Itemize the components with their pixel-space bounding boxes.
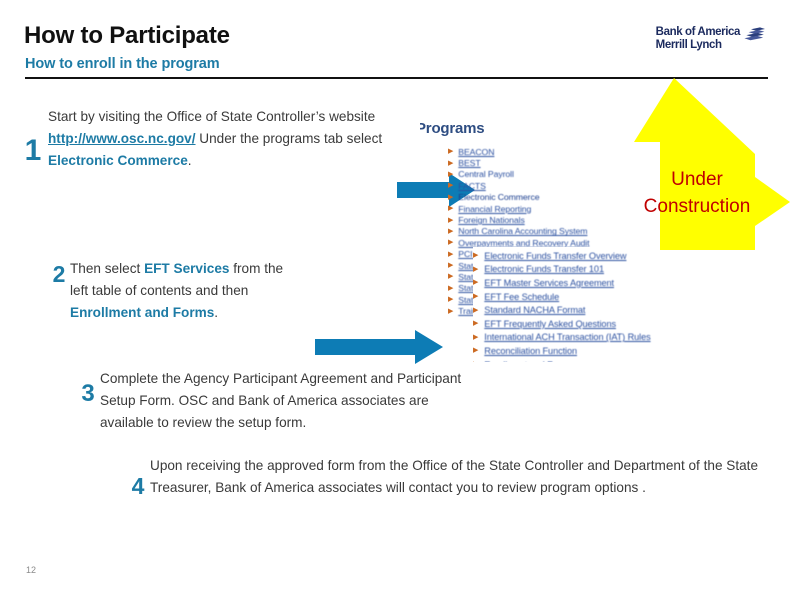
programs-list-item-label: Electronic Commerce <box>458 192 540 203</box>
programs-list-item-label: North Carolina Accounting System <box>458 226 588 237</box>
eft-submenu-item-label: International ACH Transaction (IAT) Rule… <box>484 332 651 343</box>
programs-list-item[interactable]: ▶ FACTS <box>448 180 589 191</box>
programs-list-item-label: FACTS <box>458 180 486 191</box>
step-2-part-0: Then select <box>70 261 145 276</box>
triangle-bullet-icon: ▶ <box>473 265 479 273</box>
eft-submenu-item[interactable]: ▶ Enrollment and Forms <box>473 358 670 362</box>
triangle-bullet-icon: ▶ <box>448 170 454 178</box>
programs-list-item[interactable]: ▶ North Carolina Accounting System <box>448 226 589 237</box>
eft-submenu-item-label: Standard NACHA Format <box>484 305 586 316</box>
step-3-text: Complete the Agency Participant Agreemen… <box>100 371 462 431</box>
triangle-bullet-icon: ▶ <box>448 262 454 270</box>
triangle-bullet-icon: ▶ <box>448 273 454 281</box>
eft-submenu-item[interactable]: ▶ Standard NACHA Format <box>473 303 670 317</box>
step-4-number: 4 <box>131 473 145 499</box>
step-1-text: Start by visiting the Office of State Co… <box>48 106 398 172</box>
step-1-number: 1 <box>24 134 42 167</box>
eft-services-submenu: ▶ Electronic Funds Transfer Overview ▶ Elec… <box>473 247 670 362</box>
programs-list-item[interactable]: ▶ BEST <box>448 157 589 168</box>
step-4: 4 Upon receiving the approved form from … <box>126 455 776 499</box>
triangle-bullet-icon: ▶ <box>448 284 454 292</box>
step-3: 3 Complete the Agency Participant Agreem… <box>76 368 476 434</box>
eft-submenu-item-label: EFT Fee Schedule <box>484 291 560 302</box>
eft-submenu-item[interactable]: ▶ EFT Fee Schedule <box>473 290 670 304</box>
step-2-emphasis-enrollment-and-forms: Enrollment and Forms <box>70 305 215 321</box>
step-4-text: Upon receiving the approved form from th… <box>150 458 759 496</box>
eft-submenu-item[interactable]: ▶ International ACH Transaction (IAT) Rul… <box>473 331 670 345</box>
eft-submenu-item-label: Reconciliation Function <box>484 345 577 356</box>
triangle-bullet-icon: ▶ <box>473 279 479 287</box>
page-number: 12 <box>26 565 37 575</box>
triangle-bullet-icon: ▶ <box>448 216 454 224</box>
programs-list-item-label: Financial Reporting <box>458 203 532 214</box>
page-subtitle: How to enroll in the program <box>25 56 220 72</box>
programs-list-item[interactable]: ▶ Central Payroll <box>448 169 589 180</box>
programs-list-item[interactable]: ▶ BEACON <box>448 146 589 157</box>
triangle-bullet-icon: ▶ <box>448 148 454 156</box>
logo-line-1: Bank of America <box>655 26 741 38</box>
programs-heading: Programs <box>420 120 485 137</box>
eft-submenu-item[interactable]: ▶ Reconciliation Function <box>473 344 670 358</box>
triangle-bullet-icon: ▶ <box>448 205 454 213</box>
step-1-part-2: Under the programs tab select <box>195 131 383 147</box>
triangle-bullet-icon: ▶ <box>448 296 454 304</box>
triangle-bullet-icon: ▶ <box>473 320 479 328</box>
triangle-bullet-icon: ▶ <box>473 306 479 314</box>
step-1: 1 Start by visiting the Office of State … <box>18 106 418 172</box>
eft-submenu-item-label: Electronic Funds Transfer 101 <box>484 264 604 275</box>
programs-list-item-label: BEST <box>458 158 481 169</box>
triangle-bullet-icon: ▶ <box>448 239 454 247</box>
step-1-part-4: . <box>187 153 192 169</box>
programs-list-item-label: Central Payroll <box>458 169 514 180</box>
programs-list-item[interactable]: ▶ Foreign Nationals <box>448 214 589 225</box>
triangle-bullet-icon: ▶ <box>448 307 454 315</box>
programs-list-item[interactable]: ▶ Electronic Commerce <box>448 192 589 203</box>
triangle-bullet-icon: ▶ <box>448 250 454 258</box>
programs-list-item-label: Foreign Nationals <box>458 215 525 226</box>
under-construction-arrow-shape <box>600 78 790 255</box>
step-3-number: 3 <box>81 380 95 407</box>
triangle-bullet-icon: ▶ <box>448 227 454 235</box>
eft-submenu-item[interactable]: ▶ EFT Master Services Agreement <box>473 276 670 290</box>
eft-submenu-item-label: EFT Master Services Agreement <box>484 277 614 288</box>
page-title: How to Participate <box>24 22 230 49</box>
step-2: 2 Then select EFT Services from the left… <box>48 258 318 324</box>
osc-website-link[interactable]: http://www.osc.nc.gov/ <box>48 131 196 146</box>
slide-canvas: How to Participate How to enroll in the … <box>0 0 792 594</box>
triangle-bullet-icon: ▶ <box>473 347 479 355</box>
step-2-text: Then select EFT Services from the left t… <box>70 258 302 324</box>
bank-of-america-merrill-lynch-logo: Bank of America Merrill Lynch <box>656 26 770 52</box>
eft-submenu-item[interactable]: ▶ Electronic Funds Transfer 101 <box>473 263 670 277</box>
eft-submenu-item-label: EFT Frequently Asked Questions <box>484 318 616 329</box>
triangle-bullet-icon: ▶ <box>448 193 454 201</box>
bofa-flag-icon <box>744 27 770 47</box>
logo-line-2: Merrill Lynch <box>655 38 722 51</box>
triangle-bullet-icon: ▶ <box>473 293 479 301</box>
step-1-emphasis-electronic-commerce: Electronic Commerce <box>48 153 188 169</box>
triangle-bullet-icon: ▶ <box>473 252 479 260</box>
programs-list-item[interactable]: ▶ Financial Reporting <box>448 203 589 214</box>
eft-submenu-list: ▶ Electronic Funds Transfer Overview ▶ Elec… <box>473 249 670 362</box>
step-1-part-0: Start by visiting the Office of State Co… <box>48 109 376 124</box>
programs-list-item-label: BEACON <box>458 146 495 157</box>
step-2-emphasis-eft-services: EFT Services <box>144 261 230 276</box>
step-2-number: 2 <box>52 261 66 287</box>
triangle-bullet-icon: ▶ <box>473 361 478 362</box>
eft-submenu-item-label: Enrollment and Forms <box>484 360 572 362</box>
triangle-bullet-icon: ▶ <box>448 159 454 167</box>
triangle-bullet-icon: ▶ <box>473 333 479 341</box>
eft-submenu-item[interactable]: ▶ EFT Frequently Asked Questions <box>473 317 670 331</box>
step-2-part-4: . <box>214 305 219 321</box>
triangle-bullet-icon: ▶ <box>448 182 454 190</box>
